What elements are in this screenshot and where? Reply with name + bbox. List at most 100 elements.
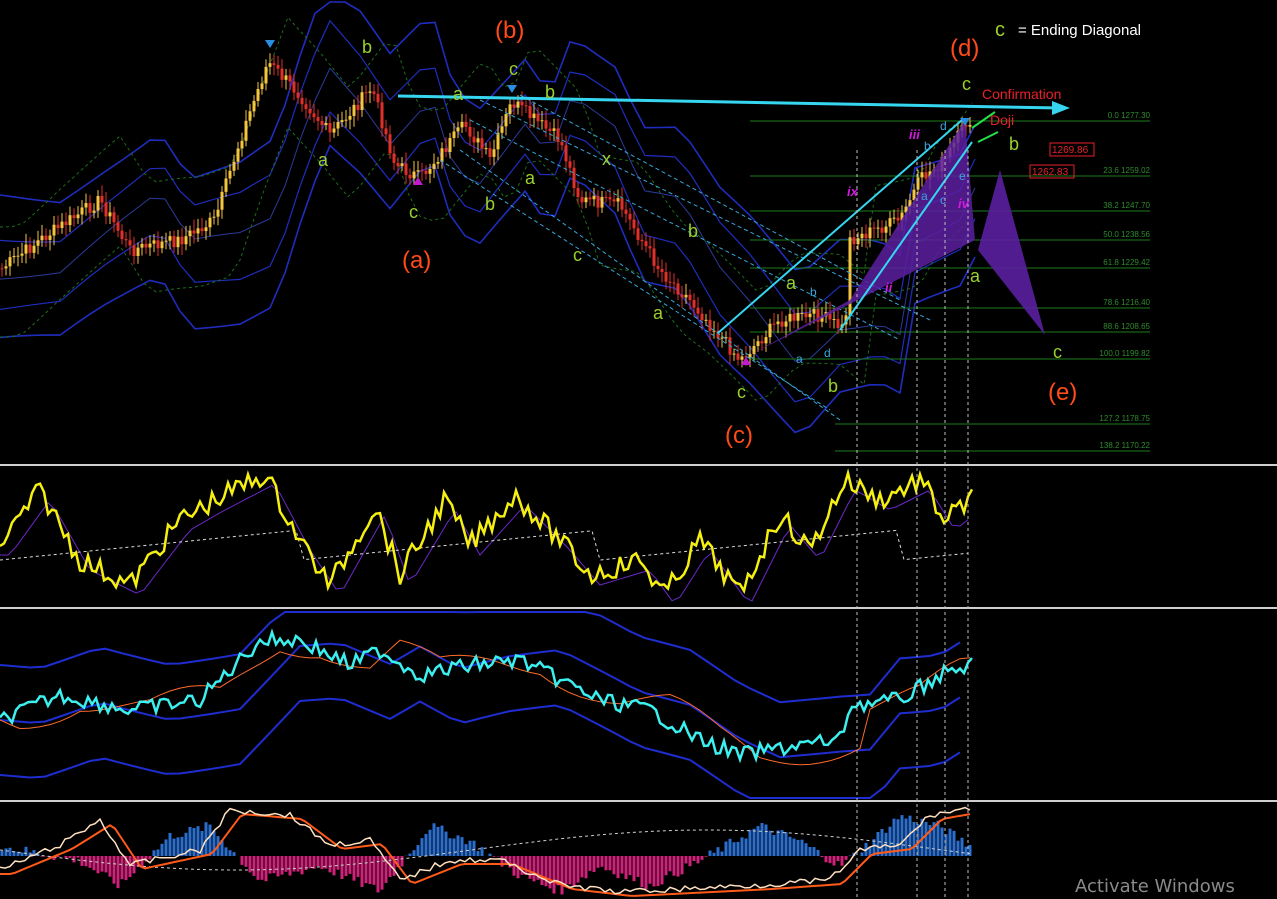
- macd-signal-line: [0, 813, 971, 897]
- macd-histogram-bar: [568, 856, 572, 885]
- macd-histogram-bar: [440, 825, 444, 856]
- candle-body: [424, 170, 428, 174]
- macd-histogram-bar: [624, 856, 628, 880]
- macd-histogram-bar: [692, 856, 696, 862]
- macd-histogram-bar: [168, 832, 172, 856]
- candle-body: [160, 241, 164, 249]
- macd-histogram-bar: [820, 856, 824, 858]
- macd-histogram-bar: [356, 856, 360, 877]
- cci-panel: [0, 611, 973, 799]
- macd-histogram-bar: [592, 856, 596, 872]
- candle-body: [440, 148, 444, 162]
- macd-histogram-bar: [620, 856, 624, 874]
- wave-label: a: [921, 189, 928, 203]
- candle-body: [664, 271, 668, 282]
- candle-body: [732, 353, 736, 355]
- candle-body: [196, 228, 200, 234]
- wave-label: a: [653, 303, 664, 323]
- macd-histogram-bar: [552, 856, 556, 894]
- macd-histogram-bar: [956, 840, 960, 856]
- macd-histogram-bar: [244, 856, 248, 867]
- candle-body: [212, 216, 216, 218]
- candle-body: [344, 119, 348, 121]
- macd-histogram-bar: [260, 856, 264, 880]
- candle-body: [768, 323, 772, 338]
- candle-body: [40, 235, 44, 241]
- doji-label: Doji: [990, 112, 1014, 128]
- candle-body: [356, 104, 360, 111]
- candle-body: [924, 172, 928, 179]
- candle-body: [72, 215, 76, 219]
- macd-histogram-bar: [372, 856, 376, 885]
- macd-histogram-bar: [700, 856, 704, 860]
- macd-histogram-bar: [588, 856, 592, 871]
- macd-histogram-bar: [652, 856, 656, 887]
- macd-histogram-bar: [192, 827, 196, 856]
- macd-histogram-bar: [524, 856, 528, 875]
- candle-body: [576, 188, 580, 198]
- macd-histogram-bar: [676, 856, 680, 877]
- macd-histogram-bar: [740, 837, 744, 856]
- macd-histogram-bar: [160, 843, 164, 856]
- wave-label: c: [409, 202, 418, 222]
- candle-body: [512, 104, 516, 108]
- candle-body: [740, 356, 744, 360]
- candle-body: [588, 197, 592, 200]
- macd-histogram-bar: [24, 846, 28, 856]
- macd-histogram-bar: [708, 850, 712, 856]
- macd-histogram-bar: [128, 856, 132, 878]
- macd-histogram-bar: [208, 824, 212, 856]
- candle-body: [152, 240, 156, 244]
- chart-canvas: 0.0 1277.30 23.6 1259.02 38.2 1247.70 50.0 …: [0, 1, 1277, 899]
- candle-body: [188, 230, 192, 237]
- macd-histogram-bar: [468, 840, 472, 856]
- macd-histogram-bar: [628, 856, 632, 876]
- fractal-arrow: [507, 85, 517, 93]
- candle-body: [876, 227, 880, 229]
- candle-body: [504, 114, 508, 127]
- candle-body: [348, 115, 352, 120]
- wave-label: ii: [885, 280, 893, 295]
- candle-body: [232, 161, 236, 171]
- macd-histogram-bar: [156, 849, 160, 856]
- candle-body: [364, 92, 368, 94]
- macd-histogram-bar: [272, 856, 276, 874]
- candle-body: [564, 145, 568, 162]
- macd-histogram-bar: [724, 841, 728, 856]
- candle-body: [412, 171, 416, 179]
- green-arrow: [977, 131, 999, 143]
- rsi-panel: [0, 468, 974, 602]
- macd-histogram-bar: [684, 856, 688, 864]
- macd-histogram-bar: [824, 856, 828, 863]
- candle-body: [180, 236, 184, 245]
- candle-body: [376, 93, 380, 103]
- price-panel: 0.0 1277.30 23.6 1259.02 38.2 1247.70 50.0 …: [0, 1, 1151, 452]
- macd-histogram-bar: [828, 856, 832, 864]
- candle-body: [896, 217, 900, 221]
- candle-body: [776, 321, 780, 325]
- macd-histogram-bar: [424, 833, 428, 856]
- macd-histogram-bar: [308, 856, 312, 869]
- candle-body: [676, 283, 680, 295]
- candle-body: [76, 214, 80, 219]
- candle-body: [172, 236, 176, 248]
- macd-histogram-bar: [452, 838, 456, 856]
- candle-body: [28, 244, 32, 253]
- wave-label: a: [796, 352, 803, 366]
- macd-histogram-bar: [120, 856, 124, 880]
- macd-histogram-bar: [768, 830, 772, 856]
- macd-histogram-bar: [340, 856, 344, 879]
- macd-histogram-bar: [292, 856, 296, 872]
- macd-histogram-bar: [224, 847, 228, 856]
- candle-body: [836, 318, 840, 329]
- candle-body: [684, 294, 688, 298]
- candle-body: [656, 265, 660, 270]
- macd-histogram-bar: [268, 856, 272, 874]
- macd-histogram-bar: [632, 856, 636, 882]
- candle-body: [788, 313, 792, 322]
- macd-histogram-bar: [664, 856, 668, 876]
- candle-body: [780, 321, 784, 327]
- candle-body: [720, 337, 724, 339]
- candle-body: [296, 92, 300, 98]
- macd-histogram-bar: [936, 820, 940, 856]
